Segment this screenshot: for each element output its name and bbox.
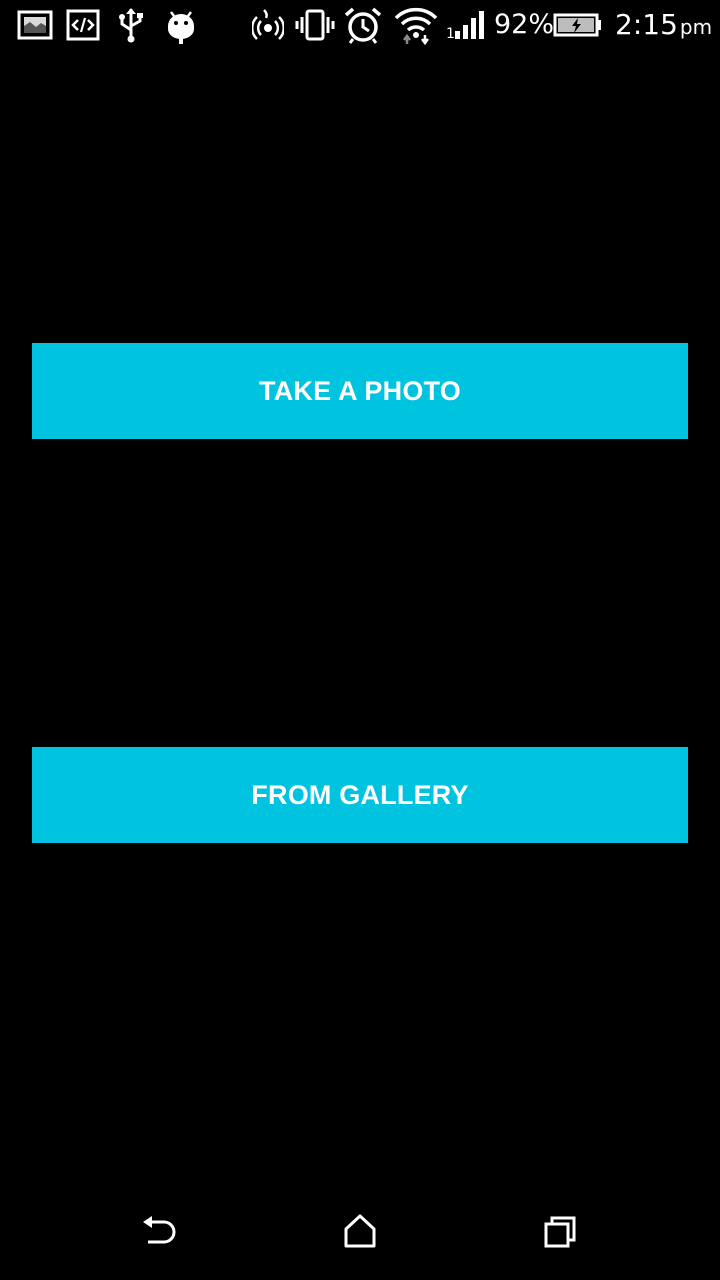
clock: 2:15 pm xyxy=(615,8,712,44)
usb-icon xyxy=(115,6,147,44)
back-icon[interactable] xyxy=(140,1212,180,1252)
navigation-bar xyxy=(0,1184,720,1280)
code-icon xyxy=(66,6,102,44)
screenshot-icon xyxy=(17,6,55,44)
vibrate-icon xyxy=(294,6,336,44)
from-gallery-button[interactable]: FROM GALLERY xyxy=(32,747,688,843)
clock-time: 2:15 xyxy=(615,8,678,41)
clock-ampm: pm xyxy=(679,15,713,39)
signal-icon: 1 xyxy=(446,6,488,44)
svg-text:1: 1 xyxy=(446,26,455,42)
android-debug-icon xyxy=(164,6,198,44)
nfc-icon xyxy=(252,6,284,44)
recents-icon[interactable] xyxy=(540,1212,580,1252)
alarm-icon xyxy=(344,6,382,44)
battery-charging-icon xyxy=(553,6,603,44)
wifi-icon xyxy=(394,6,438,46)
status-bar: 1 92% 2:15 pm xyxy=(0,0,720,50)
take-photo-button[interactable]: TAKE A PHOTO xyxy=(32,343,688,439)
home-icon[interactable] xyxy=(340,1212,380,1252)
battery-percent: 92% xyxy=(494,9,555,40)
